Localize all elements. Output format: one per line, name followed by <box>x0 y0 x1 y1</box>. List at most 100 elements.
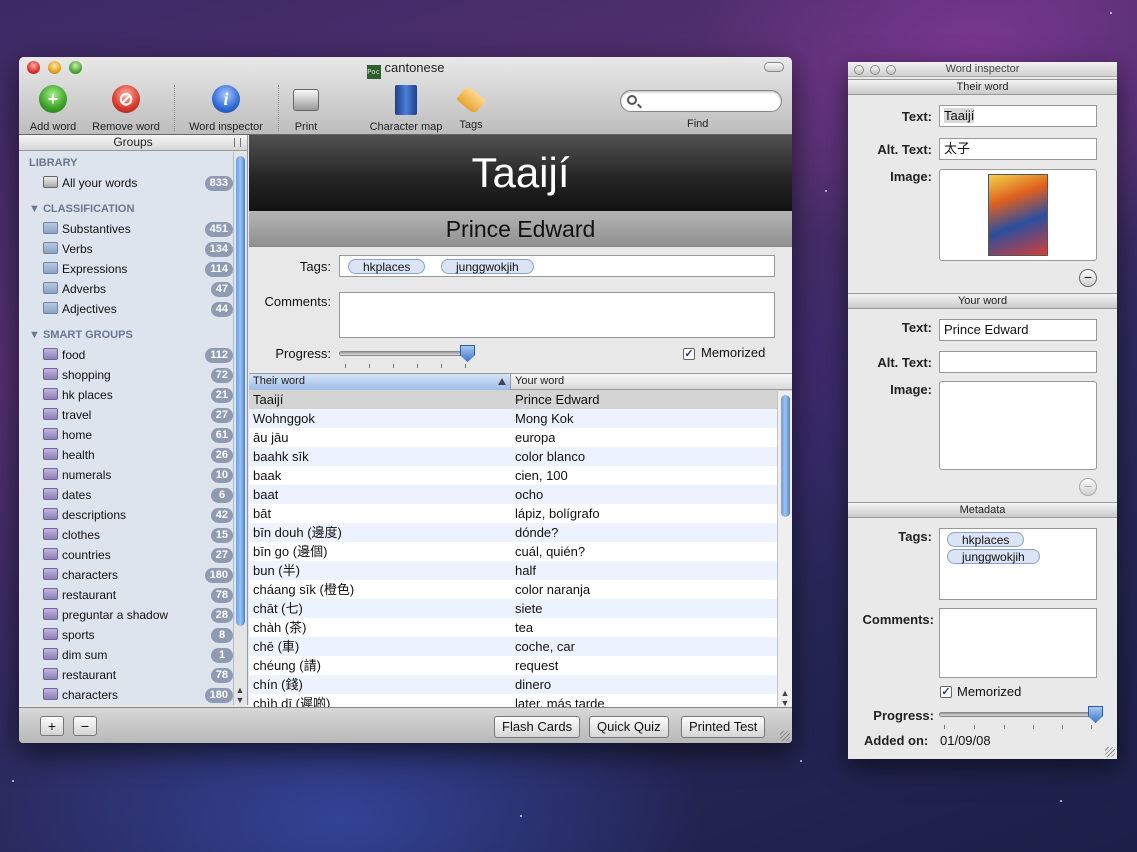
character-map-button[interactable]: Character map <box>363 85 449 133</box>
table-row[interactable]: chàh (茶) tea <box>249 618 792 637</box>
column-grip-icon[interactable] <box>234 138 241 147</box>
sidebar-item-smart-group[interactable]: clothes 15 <box>19 525 247 545</box>
sidebar-item-adverbs[interactable]: Adverbs 47 <box>19 279 247 299</box>
table-row[interactable]: chìh dī (遲啲) later, más tarde <box>249 694 792 707</box>
resize-grip-icon[interactable] <box>1105 747 1115 757</box>
count-badge: 72 <box>210 368 233 383</box>
print-button[interactable]: Print <box>287 85 325 133</box>
table-row[interactable]: Wohnggok Mong Kok <box>249 409 792 428</box>
table-row[interactable]: cháang sīk (橙色) color naranja <box>249 580 792 599</box>
inspector-progress-slider[interactable] <box>939 712 1097 717</box>
table-row[interactable]: chéung (請) request <box>249 656 792 675</box>
metadata-comments-field[interactable] <box>939 608 1097 678</box>
table-row[interactable]: baat ocho <box>249 485 792 504</box>
sidebar-item-smart-group[interactable]: restaurant 78 <box>19 665 247 685</box>
sidebar-item-smart-group[interactable]: hk places 21 <box>19 385 247 405</box>
sidebar-scrollbar[interactable]: ▲ ▼ <box>233 152 246 705</box>
sidebar-item-smart-group[interactable]: characters 180 <box>19 565 247 585</box>
background-star <box>800 760 802 762</box>
minimize-panel-button[interactable] <box>870 65 880 75</box>
quick-quiz-button[interactable]: Quick Quiz <box>589 716 669 738</box>
tag-token[interactable]: junggwokjih <box>947 549 1040 564</box>
tag-token[interactable]: hkplaces <box>348 259 426 274</box>
table-row[interactable]: chāt (七) siete <box>249 599 792 618</box>
zoom-panel-button[interactable] <box>886 65 896 75</box>
your-alt-field[interactable] <box>939 351 1097 373</box>
sidebar-item-adjectives[interactable]: Adjectives 44 <box>19 299 247 319</box>
scroll-arrows-icon[interactable]: ▲ ▼ <box>234 685 246 705</box>
word-inspector-button[interactable]: i Word inspector <box>185 85 267 133</box>
table-scroll-thumb[interactable] <box>781 395 790 517</box>
smart-groups-section[interactable]: ▼ SMART GROUPS <box>19 325 247 345</box>
sidebar-item-verbs[interactable]: Verbs 134 <box>19 239 247 259</box>
sidebar-item-smart-group[interactable]: dates 6 <box>19 485 247 505</box>
progress-slider[interactable] <box>339 351 467 356</box>
sidebar-item-smart-group[interactable]: travel 27 <box>19 405 247 425</box>
table-row[interactable]: baak cien, 100 <box>249 466 792 485</box>
sidebar-item-smart-group[interactable]: numerals 10 <box>19 465 247 485</box>
sidebar-item-label: hk places <box>62 388 113 402</box>
column-header-their-word[interactable]: Their word <box>249 374 511 390</box>
add-word-button[interactable]: + Add word <box>27 85 79 133</box>
sidebar-scroll-thumb[interactable] <box>236 156 245 626</box>
table-row[interactable]: chín (錢) dinero <box>249 675 792 694</box>
printed-test-button[interactable]: Printed Test <box>681 716 766 738</box>
table-row[interactable]: bīn go (邊個) cuál, quién? <box>249 542 792 561</box>
inspector-progress-knob[interactable] <box>1088 706 1103 723</box>
sidebar-item-smart-group[interactable]: sports 8 <box>19 625 247 645</box>
sidebar-item-smart-group[interactable]: descriptions 42 <box>19 505 247 525</box>
table-row[interactable]: chē (車) coche, car <box>249 637 792 656</box>
sidebar-item-smart-group[interactable]: restaurant 78 <box>19 585 247 605</box>
sidebar-item-smart-group[interactable]: countries 27 <box>19 545 247 565</box>
sidebar-item-smart-group[interactable]: shopping 72 <box>19 365 247 385</box>
remove-image-button[interactable]: − <box>1079 269 1097 287</box>
table-row[interactable]: baahk sīk color blanco <box>249 447 792 466</box>
sidebar-item-substantives[interactable]: Substantives 451 <box>19 219 247 239</box>
their-image-well[interactable] <box>939 169 1097 261</box>
sidebar-item-smart-group[interactable]: characters 180 <box>19 685 247 705</box>
remove-group-button[interactable]: − <box>73 716 97 736</box>
sidebar-item-smart-group[interactable]: home 61 <box>19 425 247 445</box>
column-header-your-word[interactable]: Your word <box>511 374 777 390</box>
sidebar-item-smart-group[interactable]: dim sum 1 <box>19 645 247 665</box>
search-input[interactable] <box>620 90 782 112</box>
your-word-cell: Mong Kok <box>515 411 574 426</box>
your-text-field[interactable]: Prince Edward <box>939 319 1097 341</box>
tag-token[interactable]: junggwokjih <box>441 259 534 274</box>
table-row[interactable]: Taaijí Prince Edward <box>249 390 792 409</box>
sidebar-item-all-words[interactable]: All your words 833 <box>19 173 247 193</box>
tags-field[interactable]: hkplaces junggwokjih <box>339 255 775 277</box>
comments-field[interactable] <box>339 292 775 338</box>
count-badge: 15 <box>210 528 233 543</box>
memorized-checkbox[interactable]: ✓ <box>683 348 695 360</box>
their-text-field[interactable]: Taaijí <box>939 105 1097 127</box>
sidebar-item-expressions[interactable]: Expressions 114 <box>19 259 247 279</box>
table-row[interactable]: bīn douh (邊度) dónde? <box>249 523 792 542</box>
add-group-button[interactable]: + <box>40 716 64 736</box>
smart-folder-icon <box>43 628 58 640</box>
table-row[interactable]: āu jāu europa <box>249 428 792 447</box>
their-alt-field[interactable]: 太子 <box>939 138 1097 160</box>
sidebar-item-smart-group[interactable]: food 112 <box>19 345 247 365</box>
inspector-memorized-checkbox[interactable]: ✓ <box>940 686 952 698</box>
inspector-titlebar: Word inspector <box>848 62 1117 77</box>
sidebar-item-smart-group[interactable]: preguntar a shadow 28 <box>19 605 247 625</box>
remove-word-button[interactable]: ⊘ Remove word <box>89 85 163 133</box>
flash-cards-button[interactable]: Flash Cards <box>494 716 581 738</box>
table-row[interactable]: bāt lápiz, bolígrafo <box>249 504 792 523</box>
table-scrollbar[interactable]: ▲ ▼ <box>777 391 792 707</box>
your-word-cell: coche, car <box>515 639 575 654</box>
metadata-tags-field[interactable]: hkplaces junggwokjih <box>939 528 1097 600</box>
sidebar-item-smart-group[interactable]: health 26 <box>19 445 247 465</box>
scroll-arrows-icon[interactable]: ▲ ▼ <box>778 688 792 707</box>
count-badge: 114 <box>205 262 233 277</box>
table-row[interactable]: bun (半) half <box>249 561 792 580</box>
your-image-well[interactable] <box>939 381 1097 470</box>
close-panel-button[interactable] <box>854 65 864 75</box>
classification-section[interactable]: ▼ CLASSIFICATION <box>19 199 247 219</box>
tag-token[interactable]: hkplaces <box>947 532 1025 547</box>
resize-grip-icon[interactable] <box>780 731 790 741</box>
table-header: Their word Your word <box>249 374 792 390</box>
progress-slider-knob[interactable] <box>460 345 475 362</box>
tags-button[interactable]: Tags <box>453 85 489 131</box>
